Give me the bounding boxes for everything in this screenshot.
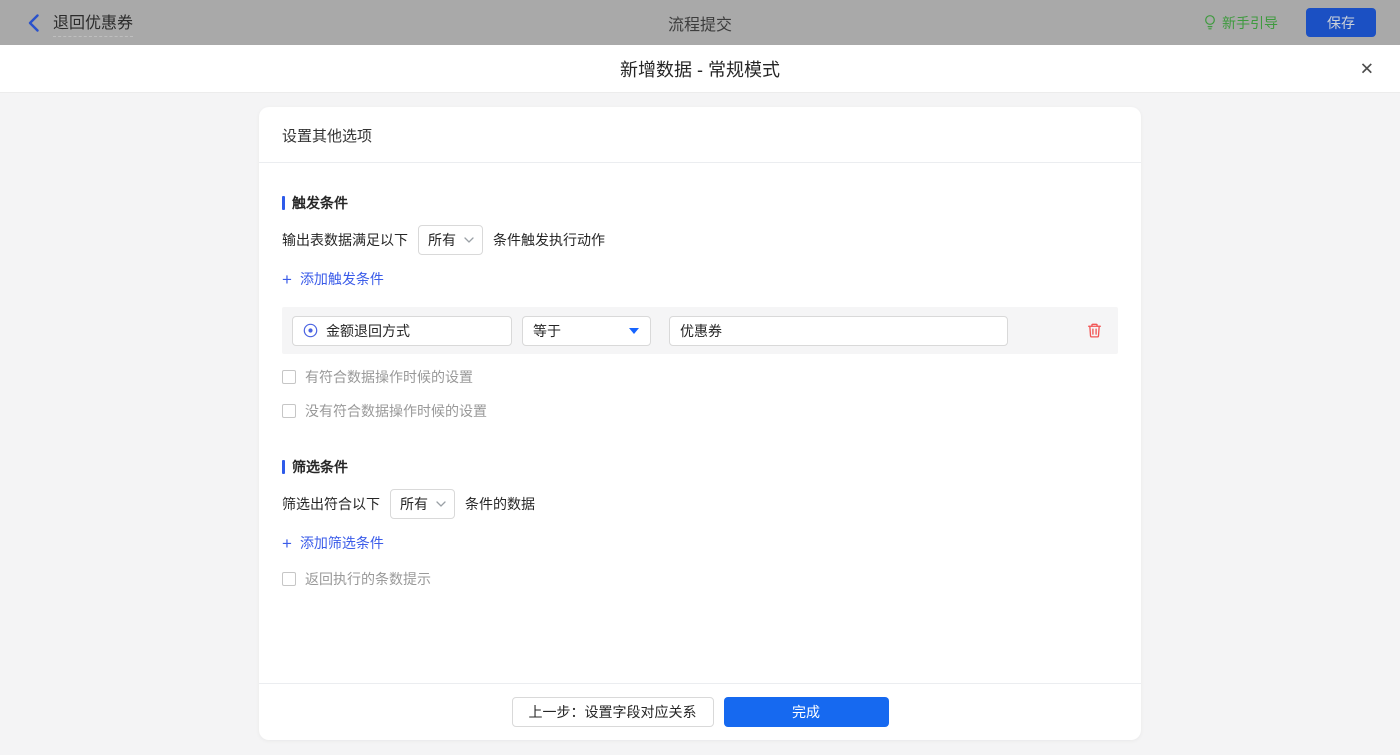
checkbox-count-tip[interactable] — [282, 572, 296, 586]
page-title: 流程提交 — [668, 11, 732, 35]
filter-section-label: 筛选条件 — [292, 457, 348, 477]
condition-field-value: 金额退回方式 — [326, 321, 410, 341]
trigger-match-suffix: 条件触发执行动作 — [493, 230, 605, 250]
previous-step-button[interactable]: 上一步：设置字段对应关系 — [512, 697, 714, 727]
condition-value-input[interactable] — [669, 316, 1008, 346]
top-bar: 退回优惠券 流程提交 新手引导 保存 — [0, 0, 1400, 45]
checkbox-count-tip-label: 返回执行的条数提示 — [305, 569, 431, 589]
condition-field-select[interactable]: 金额退回方式 — [292, 316, 512, 346]
save-button[interactable]: 保存 — [1306, 8, 1376, 37]
done-button[interactable]: 完成 — [724, 697, 889, 727]
checkbox-no-data[interactable] — [282, 404, 296, 418]
section-bar-decoration — [282, 460, 285, 474]
modal-title: 新增数据 - 常规模式 — [620, 56, 780, 82]
add-trigger-condition-button[interactable]: + 添加触发条件 — [282, 269, 384, 289]
radio-field-icon — [303, 323, 318, 338]
chevron-down-icon — [464, 237, 474, 243]
lightbulb-icon — [1203, 14, 1217, 31]
modal-header: 新增数据 - 常规模式 ✕ — [0, 45, 1400, 93]
filter-match-suffix: 条件的数据 — [465, 494, 535, 514]
trigger-section-label: 触发条件 — [292, 193, 348, 213]
filter-section-title: 筛选条件 — [282, 457, 1118, 477]
plus-icon: + — [282, 535, 292, 552]
card-body: 触发条件 输出表数据满足以下 所有 条件触发执行动作 + 添加触发条件 — [259, 163, 1141, 683]
add-trigger-condition-label: 添加触发条件 — [300, 269, 384, 289]
trigger-match-row: 输出表数据满足以下 所有 条件触发执行动作 — [282, 225, 1118, 255]
back-button[interactable] — [28, 14, 39, 32]
section-bar-decoration — [282, 196, 285, 210]
checkbox-row-no-data: 没有符合数据操作时候的设置 — [282, 401, 1118, 421]
trigger-condition-row: 金额退回方式 等于 — [282, 307, 1118, 354]
card-header-title: 设置其他选项 — [259, 107, 1141, 163]
trash-icon — [1086, 322, 1103, 339]
condition-operator-value: 等于 — [533, 321, 561, 341]
filter-match-select-value: 所有 — [400, 494, 428, 514]
checkbox-row-has-data: 有符合数据操作时候的设置 — [282, 367, 1118, 387]
condition-operator-select[interactable]: 等于 — [522, 316, 651, 346]
chevron-left-icon — [28, 14, 39, 32]
options-card: 设置其他选项 触发条件 输出表数据满足以下 所有 条件触发执行动作 + 添加触发… — [259, 107, 1141, 740]
delete-condition-button[interactable] — [1086, 322, 1103, 339]
close-icon[interactable]: ✕ — [1360, 60, 1374, 77]
add-filter-condition-label: 添加筛选条件 — [300, 533, 384, 553]
trigger-match-select-value: 所有 — [428, 230, 456, 250]
checkbox-row-count-tip: 返回执行的条数提示 — [282, 569, 1118, 589]
checkbox-no-data-label: 没有符合数据操作时候的设置 — [305, 401, 487, 421]
caret-down-icon — [629, 328, 639, 334]
add-filter-condition-button[interactable]: + 添加筛选条件 — [282, 533, 384, 553]
beginner-guide-label: 新手引导 — [1222, 13, 1278, 33]
card-footer: 上一步：设置字段对应关系 完成 — [259, 683, 1141, 740]
trigger-match-prefix: 输出表数据满足以下 — [282, 230, 408, 250]
beginner-guide-link[interactable]: 新手引导 — [1203, 13, 1278, 33]
plus-icon: + — [282, 271, 292, 288]
checkbox-has-data-label: 有符合数据操作时候的设置 — [305, 367, 473, 387]
trigger-match-select[interactable]: 所有 — [418, 225, 483, 255]
filter-match-select[interactable]: 所有 — [390, 489, 455, 519]
checkbox-has-data[interactable] — [282, 370, 296, 384]
chevron-down-icon — [436, 501, 446, 507]
filter-match-row: 筛选出符合以下 所有 条件的数据 — [282, 489, 1118, 519]
trigger-section-title: 触发条件 — [282, 193, 1118, 213]
flow-name[interactable]: 退回优惠券 — [53, 9, 133, 37]
filter-match-prefix: 筛选出符合以下 — [282, 494, 380, 514]
